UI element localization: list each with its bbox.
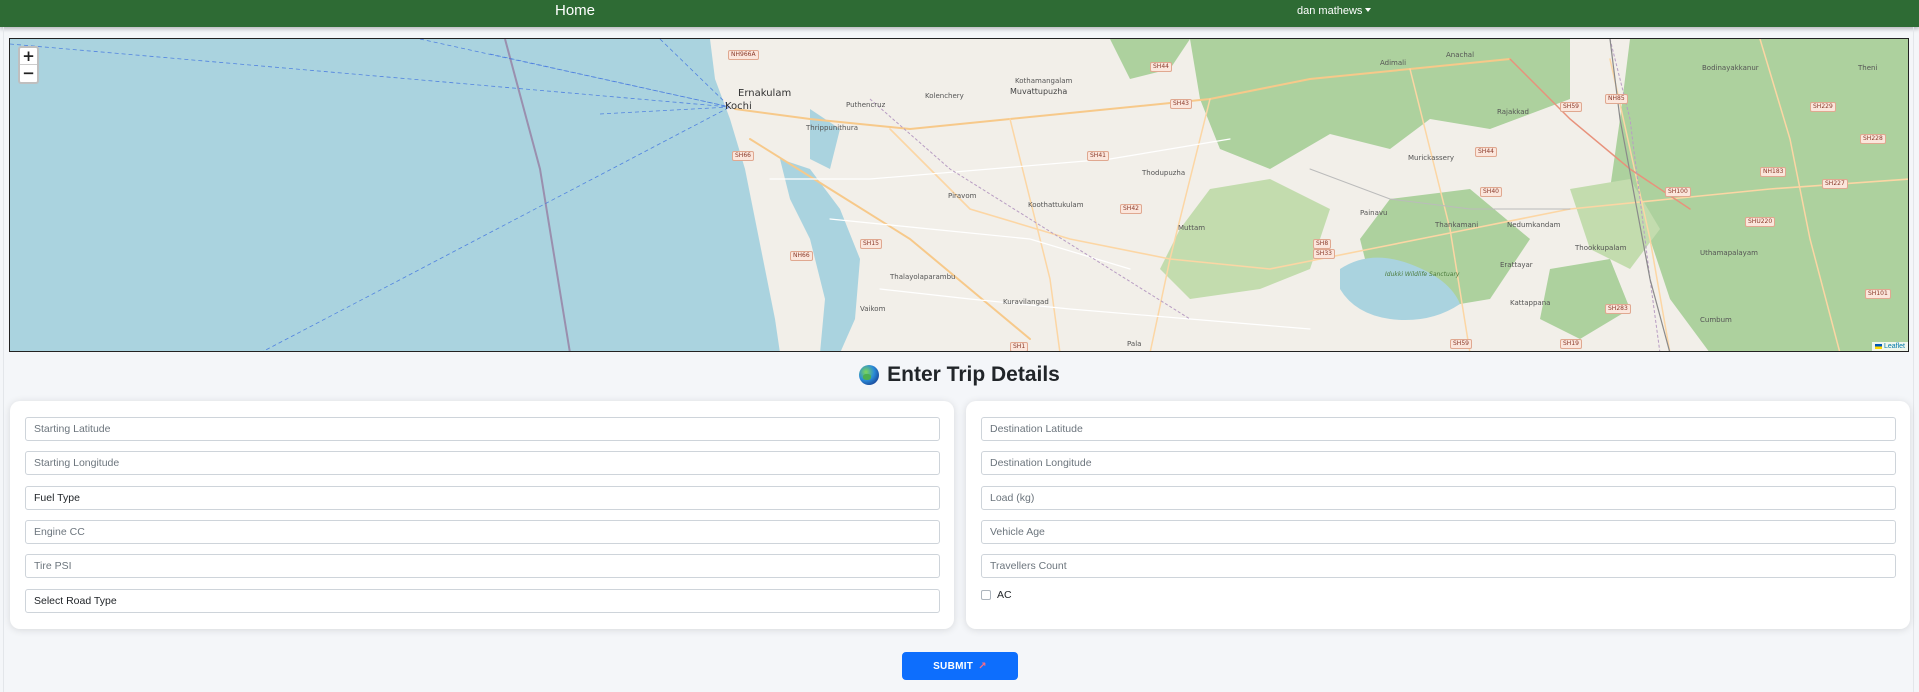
map-label-piravom: Piravom	[948, 192, 977, 200]
map-label-kuravilangad: Kuravilangad	[1003, 298, 1049, 306]
trip-form-left-card: Fuel Type Select Road Type	[10, 401, 954, 629]
starting-latitude-input[interactable]	[25, 417, 940, 441]
map-zoom-control: + −	[18, 46, 39, 84]
ac-label: AC	[997, 589, 1012, 601]
road-shield: SH283	[1605, 304, 1631, 314]
map-label-uthamapalayam: Uthamapalayam	[1700, 249, 1758, 257]
map-label-thankamani: Thankamani	[1435, 221, 1479, 229]
road-shield: SH40	[1480, 187, 1502, 197]
road-shield: SH8	[1313, 239, 1332, 249]
road-shield: SHU220	[1745, 217, 1776, 227]
road-shield: SH59	[1450, 339, 1472, 349]
globe-icon	[859, 365, 880, 385]
road-type-select[interactable]: Select Road Type	[25, 589, 940, 613]
road-shield: SH227	[1822, 179, 1848, 189]
map-label-bodinayakkanur: Bodinayakkanur	[1702, 64, 1759, 72]
top-navbar: Home dan mathews	[0, 0, 1919, 27]
page-title-text: Enter Trip Details	[887, 363, 1060, 386]
fuel-type-select[interactable]: Fuel Type	[25, 486, 940, 510]
road-shield: NH966A	[728, 50, 759, 60]
load-input[interactable]	[981, 486, 1896, 510]
map-label-ernakulam: Ernakulam	[738, 88, 792, 99]
road-shield: NH85	[1605, 94, 1628, 104]
road-shield: SH43	[1170, 99, 1192, 109]
road-shield: SH66	[732, 151, 754, 161]
user-menu-dropdown[interactable]: dan mathews	[1297, 4, 1372, 18]
nav-home-link[interactable]: Home	[555, 2, 595, 20]
road-shield: SH41	[1087, 151, 1109, 161]
road-shield: NH66	[790, 251, 813, 261]
road-shield: NH183	[1760, 167, 1787, 177]
map-label-vaikom: Vaikom	[860, 305, 886, 313]
engine-cc-input[interactable]	[25, 520, 940, 544]
map-label-theni: Theni	[1858, 64, 1878, 72]
ac-checkbox[interactable]	[981, 590, 991, 600]
map-label-idukki-sanctuary: Idukki Wildlife Sanctuary	[1385, 271, 1460, 278]
map-label-puthencruz: Puthencruz	[846, 101, 886, 109]
map-label-painavu: Painavu	[1360, 209, 1388, 217]
zoom-in-button[interactable]: +	[20, 48, 37, 65]
map-label-thodupuzha: Thodupuzha	[1142, 169, 1186, 177]
map-label-thookkupalam: Thookkupalam	[1575, 244, 1627, 252]
map-label-anachal: Anachal	[1446, 51, 1475, 59]
caret-down-icon	[1365, 8, 1372, 12]
rocket-icon: ↗	[978, 660, 987, 672]
road-shield: SH33	[1313, 249, 1335, 259]
destination-longitude-input[interactable]	[981, 451, 1896, 475]
user-name: dan mathews	[1297, 5, 1363, 17]
map-label-kolenchery: Kolenchery	[925, 92, 964, 100]
road-shield: SH229	[1810, 102, 1836, 112]
submit-label: SUBMIT	[933, 660, 974, 672]
map-attribution[interactable]: Leaflet	[1871, 342, 1908, 351]
road-shield: SH19	[1560, 339, 1582, 349]
road-shield: SH15	[860, 239, 882, 249]
map-label-muvattupuzha: Muvattupuzha	[1010, 87, 1068, 96]
map-label-adimali: Adimali	[1380, 59, 1407, 67]
starting-longitude-input[interactable]	[25, 451, 940, 475]
map-label-kattappana: Kattappana	[1510, 299, 1551, 307]
road-shield: SH101	[1865, 289, 1891, 299]
map-label-kochi: Kochi	[725, 101, 752, 112]
road-shield: SH100	[1665, 187, 1691, 197]
map-label-pala: Pala	[1127, 340, 1142, 348]
road-shield: SH1	[1010, 342, 1029, 351]
map-label-murickassery: Murickassery	[1408, 154, 1454, 162]
map-label-kothamangalam: Kothamangalam	[1015, 77, 1073, 85]
tire-psi-input[interactable]	[25, 554, 940, 578]
page-title: Enter Trip Details	[0, 362, 1919, 388]
zoom-out-button[interactable]: −	[20, 65, 37, 82]
road-shield: SH59	[1560, 102, 1582, 112]
ac-checkbox-row[interactable]: AC	[981, 589, 1012, 601]
map-label-nedumkandam: Nedumkandam	[1507, 221, 1561, 229]
road-shield: SH44	[1150, 62, 1172, 72]
submit-button[interactable]: SUBMIT ↗	[902, 652, 1018, 680]
map-label-thrippunithura: Thrippunithura	[806, 124, 859, 132]
ukraine-flag-icon	[1874, 344, 1882, 349]
trip-form-right-card: AC	[966, 401, 1910, 629]
destination-latitude-input[interactable]	[981, 417, 1896, 441]
map-label-cumbum: Cumbum	[1700, 316, 1732, 324]
vehicle-age-input[interactable]	[981, 520, 1896, 544]
road-shield: SH228	[1860, 134, 1886, 144]
road-shield: SH44	[1475, 147, 1497, 157]
road-shield: SH42	[1120, 204, 1142, 214]
map-label-thalayolaparambu: Thalayolaparambu	[890, 273, 956, 281]
travellers-count-input[interactable]	[981, 554, 1896, 578]
attribution-link[interactable]: Leaflet	[1884, 343, 1905, 350]
map-label-muttam: Muttam	[1178, 224, 1206, 232]
map-label-erattayar: Erattayar	[1500, 261, 1533, 269]
map-view[interactable]: Ernakulam Kochi Muvattupuzha Kothamangal…	[9, 38, 1909, 352]
map-label-rajakkad: Rajakkad	[1497, 108, 1529, 116]
map-label-koothattukulam: Koothattukulam	[1028, 201, 1084, 209]
